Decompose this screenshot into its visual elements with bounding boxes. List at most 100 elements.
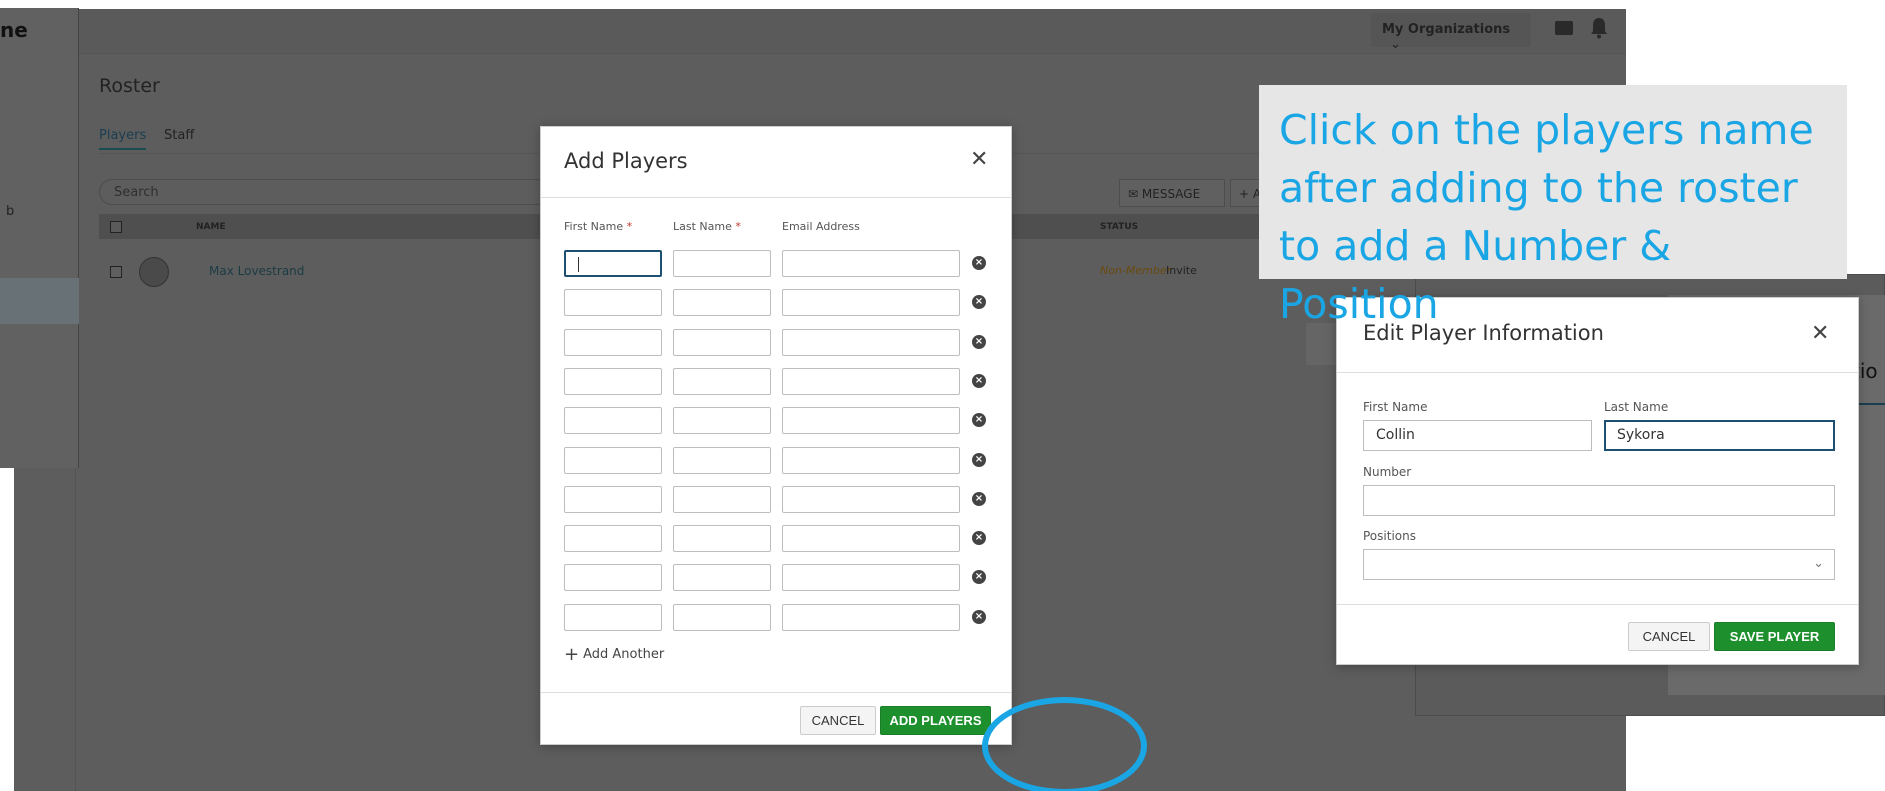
first-name-input[interactable] [564,250,662,277]
add-players-button[interactable]: ADD PLAYERS [880,706,991,735]
last-name-input[interactable] [673,446,771,474]
save-player-button[interactable]: SAVE PLAYER [1714,622,1835,651]
chevron-down-icon: ⌄ [1813,556,1824,571]
message-button-label: MESSAGE [1141,187,1201,201]
select-all-checkbox[interactable] [110,221,122,233]
email-column-label: Email Address [782,220,860,233]
last-name-input[interactable] [673,250,771,277]
add-another-button[interactable]: + Add Another [564,644,664,665]
header-divider [541,197,1011,198]
cancel-button[interactable]: CANCEL [1628,622,1710,651]
cancel-button[interactable]: CANCEL [800,706,876,735]
last-name-label-text: Last Name [673,220,732,233]
header-name: NAME [196,222,226,232]
email-input[interactable] [782,250,960,277]
add-players-dialog: Add Players ✕ First Name * Last Name * E… [540,126,1012,745]
remove-row-icon[interactable]: × [972,491,986,506]
email-input[interactable] [782,446,960,474]
first-name-label: First Name [1363,400,1428,414]
close-icon[interactable]: ✕ [970,149,988,171]
first-name-input[interactable] [564,525,662,553]
screenshot-stage: My Organizations ⌄ Roster Players Staff … [0,0,1885,791]
left-panel-fragment: ne b [0,8,79,468]
last-name-input[interactable] [673,407,771,435]
text-caret [578,257,579,272]
first-name-input[interactable] [564,407,662,435]
email-input[interactable] [782,525,960,553]
highlight-ellipse [982,697,1147,791]
required-mark: * [735,220,741,233]
email-input[interactable] [782,564,960,592]
tab-staff[interactable]: Staff [164,128,194,143]
email-input[interactable] [782,407,960,435]
last-name-input[interactable] [673,289,771,317]
header-status: STATUS [1100,222,1139,232]
last-name-input[interactable] [673,328,771,356]
first-name-input[interactable] [564,564,662,592]
last-name-input[interactable] [673,367,771,395]
message-button[interactable]: ✉ MESSAGE [1119,179,1225,207]
number-field[interactable] [1363,485,1835,516]
required-mark: * [626,220,633,233]
number-label: Number [1363,465,1412,479]
email-input[interactable] [782,485,960,513]
first-name-input[interactable] [564,446,662,474]
page-title: Roster [99,75,160,97]
row-checkbox[interactable] [110,266,122,278]
email-input[interactable] [782,328,960,356]
top-bar: My Organizations ⌄ [14,9,1626,54]
callout-text: Click on the players name after adding t… [1279,106,1814,328]
first-name-field[interactable]: Collin [1363,420,1592,451]
first-name-input[interactable] [564,289,662,317]
first-name-input[interactable] [564,328,662,356]
email-input[interactable] [782,289,960,317]
plus-icon: + [564,644,580,665]
first-name-input[interactable] [564,367,662,395]
instruction-callout: Click on the players name after adding t… [1259,85,1847,328]
left-active-item [0,278,79,324]
remove-row-icon[interactable]: × [972,413,986,428]
last-name-label: Last Name [1604,400,1669,414]
envelope-icon: ✉ [1128,187,1139,201]
first-name-input[interactable] [564,603,662,631]
positions-select[interactable]: ⌄ [1363,549,1835,580]
mail-icon[interactable] [1555,21,1573,35]
plus-icon: + [1239,187,1250,201]
search-input[interactable]: Search [99,179,549,205]
last-name-field[interactable]: Sykora [1604,420,1835,451]
first-name-column-label: First Name * [564,220,632,233]
footer-divider [541,692,1011,693]
positions-label: Positions [1363,529,1416,543]
remove-row-icon[interactable]: × [972,452,986,467]
my-organizations-label: My Organizations [1382,22,1511,37]
last-name-input[interactable] [673,603,771,631]
logo-fragment: ne [0,18,28,42]
invite-link[interactable]: Invite [1166,264,1197,277]
player-name-link[interactable]: Max Lovestrand [209,264,304,278]
remove-row-icon[interactable]: × [972,570,986,585]
last-name-input[interactable] [673,525,771,553]
header-divider [1337,372,1858,373]
first-name-input[interactable] [564,485,662,513]
first-name-label-text: First Name [564,220,624,233]
left-fragment-text: b [6,204,15,219]
edit-player-dialog: Edit Player Information ✕ First Name Col… [1336,297,1859,665]
last-name-column-label: Last Name * [673,220,741,233]
remove-row-icon[interactable]: × [972,256,986,270]
tab-players[interactable]: Players [99,128,147,150]
dialog-title: Add Players [564,149,688,173]
bell-icon[interactable] [1590,17,1608,39]
remove-row-icon[interactable]: × [972,334,986,349]
status-badge: Non-Member [1100,264,1172,277]
avatar [139,257,169,287]
remove-row-icon[interactable]: × [972,609,986,624]
remove-row-icon[interactable]: × [972,295,986,310]
email-input[interactable] [782,603,960,631]
remove-row-icon[interactable]: × [972,531,986,546]
remove-row-icon[interactable]: × [972,373,986,388]
chevron-down-icon: ⌄ [1390,37,1401,52]
email-input[interactable] [782,367,960,395]
last-name-input[interactable] [673,564,771,592]
my-organizations-button[interactable]: My Organizations ⌄ [1371,13,1531,52]
last-name-input[interactable] [673,485,771,513]
